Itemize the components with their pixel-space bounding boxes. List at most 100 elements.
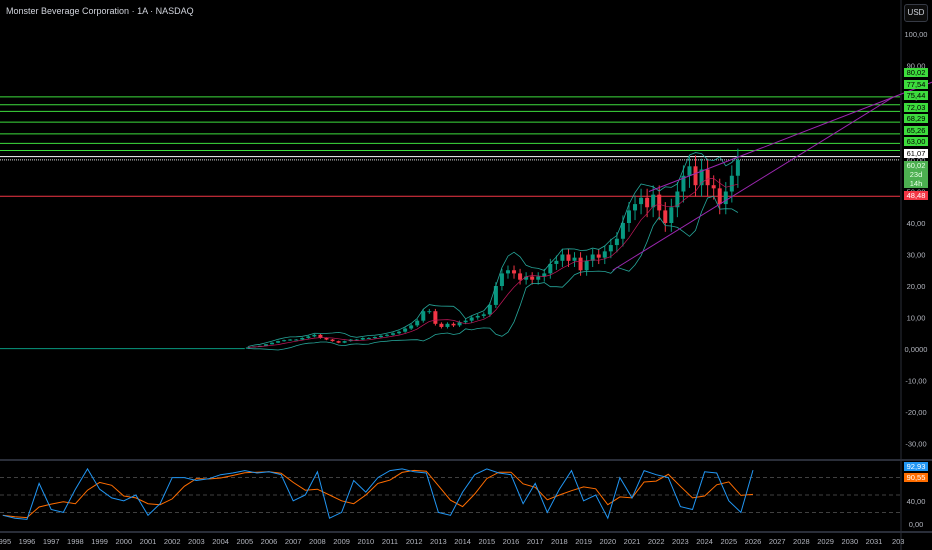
candle	[415, 320, 420, 326]
time-tick-label: 2005	[236, 537, 253, 546]
candle	[687, 166, 692, 176]
time-tick-label: 1995	[0, 537, 11, 546]
chart-canvas[interactable]: 100,0090,0080,0070,0060,0050,0040,0030,0…	[0, 0, 932, 550]
time-tick-label: 2020	[599, 537, 616, 546]
candle	[306, 336, 311, 338]
candle	[596, 254, 601, 258]
time-tick-label: 2028	[793, 537, 810, 546]
time-tick-label: 1997	[43, 537, 60, 546]
time-tick-label: 2008	[309, 537, 326, 546]
candle	[427, 311, 432, 313]
candle	[445, 323, 450, 327]
currency-button[interactable]: USD	[904, 4, 928, 22]
candle	[663, 210, 668, 223]
candle	[729, 175, 734, 192]
candle	[626, 210, 631, 223]
level-price-label: 72,03	[904, 102, 928, 112]
candle	[711, 185, 716, 189]
price-tick-label: 100,00	[905, 30, 928, 39]
rsi-tick-label: 40,00	[907, 497, 926, 506]
time-tick-label: 2027	[769, 537, 786, 546]
price-tick-label: 30,00	[907, 251, 926, 260]
candle	[372, 337, 377, 339]
candle	[669, 207, 674, 223]
candle	[487, 304, 492, 315]
level-price-label: 77,54	[904, 79, 928, 89]
price-tick-label: -20,00	[905, 408, 926, 417]
candle	[469, 317, 474, 321]
candle	[602, 251, 607, 258]
candle	[336, 341, 341, 343]
candle	[276, 341, 281, 343]
candle	[639, 197, 644, 205]
trendline	[612, 96, 894, 271]
candle	[536, 276, 541, 280]
candle	[421, 311, 426, 321]
price-tick-label: -30,00	[905, 440, 926, 449]
time-tick-label: 2009	[333, 537, 350, 546]
time-tick-label: 2030	[841, 537, 858, 546]
candle	[735, 160, 740, 176]
candle	[463, 320, 468, 323]
candle	[512, 270, 517, 274]
candle	[378, 335, 383, 338]
level-price-label: 65,26	[904, 125, 928, 135]
candle	[270, 342, 275, 345]
candle	[705, 169, 710, 186]
level-price-label: 80,02	[904, 68, 928, 77]
candle	[518, 273, 523, 280]
candle	[554, 260, 559, 264]
price-tick-label: 0,0000	[905, 345, 928, 354]
time-tick-label: 2000	[115, 537, 132, 546]
candle	[324, 337, 329, 340]
stoch-k-line	[2, 467, 754, 520]
time-tick-label: 2021	[624, 537, 641, 546]
time-tick-label: 2024	[696, 537, 713, 546]
candle	[620, 223, 625, 239]
time-tick-label: 2004	[212, 537, 229, 546]
candle	[505, 270, 510, 274]
candle	[645, 197, 650, 208]
candle	[330, 339, 335, 342]
level-price-label: 48,48	[904, 191, 928, 201]
candle	[294, 339, 299, 341]
stoch-k-value-label: 92,93	[904, 462, 928, 471]
candle	[300, 337, 305, 340]
candle	[282, 340, 287, 342]
candle	[578, 257, 583, 271]
time-tick-label: 2002	[164, 537, 181, 546]
time-tick-label: 203	[892, 537, 905, 546]
candle	[530, 276, 535, 280]
candle	[366, 337, 371, 339]
level-price-label: 75,44	[904, 91, 928, 100]
chart-title: Monster Beverage Corporation · 1A · NASD…	[6, 6, 194, 16]
time-tick-label: 2001	[140, 537, 157, 546]
candle	[717, 188, 722, 205]
price-tick-label: 40,00	[907, 219, 926, 228]
time-tick-label: 1999	[91, 537, 108, 546]
time-tick-label: 2014	[454, 537, 471, 546]
candle	[633, 204, 638, 211]
candle	[584, 260, 589, 271]
time-tick-label: 2026	[745, 537, 762, 546]
time-tick-label: 1998	[67, 537, 84, 546]
time-tick-label: 2019	[575, 537, 592, 546]
candle	[288, 339, 293, 341]
bollinger-upper-band	[247, 152, 739, 347]
level-price-label: 68,29	[904, 114, 928, 123]
time-tick-label: 2025	[720, 537, 737, 546]
price-tick-label: 20,00	[907, 282, 926, 291]
candle	[397, 331, 402, 334]
level-price-label: 63,00	[904, 137, 928, 146]
candle	[608, 245, 613, 252]
candle	[693, 166, 698, 186]
candle	[657, 194, 662, 211]
candle	[439, 323, 444, 327]
time-tick-label: 2013	[430, 537, 447, 546]
level-price-label: 61,07	[904, 148, 928, 158]
candle	[566, 254, 571, 261]
time-tick-label: 2007	[285, 537, 302, 546]
trendline	[648, 81, 932, 192]
candle	[342, 341, 347, 343]
time-tick-label: 2022	[648, 537, 665, 546]
